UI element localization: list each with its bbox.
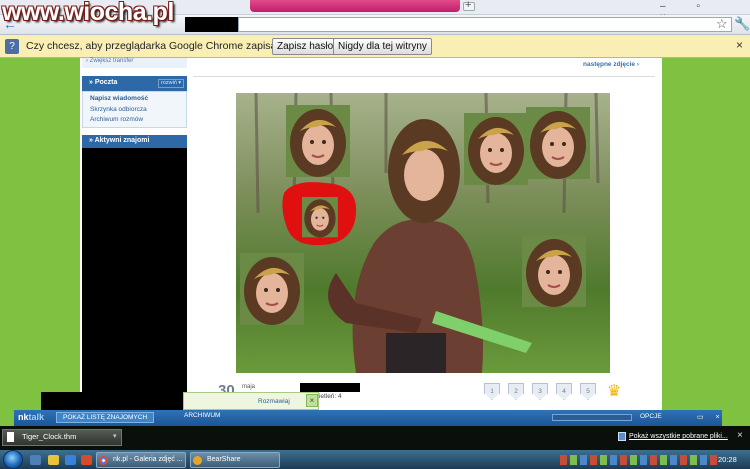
- volume-slider[interactable]: [552, 414, 632, 421]
- chat-popup: [183, 392, 319, 410]
- taskbar-item-bearshare[interactable]: BearShare: [190, 452, 280, 468]
- star-icon[interactable]: ☆: [716, 16, 728, 32]
- active-tab[interactable]: [250, 0, 460, 12]
- system-tray-icons[interactable]: [560, 455, 720, 465]
- file-icon: [7, 432, 14, 442]
- archive-button[interactable]: ARCHIWUM: [184, 412, 220, 419]
- redacted-author: [300, 383, 360, 392]
- divider: [193, 76, 655, 77]
- photo-month: maja: [242, 384, 256, 390]
- address-bar[interactable]: [238, 17, 732, 32]
- plus-icon: +: [465, 0, 472, 11]
- chevron-down-icon[interactable]: ▾: [113, 432, 117, 440]
- next-photo-link[interactable]: następne zdjęcie ›: [583, 61, 639, 68]
- transfer-link[interactable]: › Zwiększ transfer: [86, 58, 133, 64]
- ie-icon[interactable]: [65, 455, 76, 465]
- site-watermark: www.wiocha.pl: [2, 0, 174, 26]
- folder-icon[interactable]: [48, 455, 59, 465]
- wrench-icon[interactable]: 🔧: [734, 16, 750, 32]
- mail-item-inbox[interactable]: Skrzynka odbiorcza: [90, 106, 147, 113]
- redacted-chat-block: [41, 392, 183, 410]
- redacted-friends-list: [82, 148, 187, 410]
- options-button[interactable]: OPCJE: [640, 413, 662, 420]
- close-icon[interactable]: ×: [736, 38, 743, 52]
- never-save-button[interactable]: Nigdy dla tej witryny: [333, 38, 432, 55]
- redacted-url-block: [185, 17, 238, 32]
- crown-rating-icon[interactable]: ♛: [607, 381, 621, 401]
- expand-button[interactable]: rozwiń ▾: [158, 79, 185, 88]
- chrome-icon: [99, 456, 108, 465]
- start-button[interactable]: [3, 450, 23, 469]
- taskbar-item-chrome[interactable]: nk.pl - Galeria zdjęć ...: [96, 452, 186, 468]
- close-icon[interactable]: ×: [737, 430, 743, 441]
- downloads-icon: [618, 432, 626, 441]
- show-all-downloads-link[interactable]: Pokaż wszystkie pobrane pliki...: [629, 433, 728, 440]
- mail-item-write[interactable]: Napisz wiadomość: [90, 95, 148, 102]
- show-friends-button[interactable]: POKAŻ LISTĘ ZNAJOMYCH: [56, 412, 155, 423]
- bearshare-icon: [193, 456, 202, 465]
- mail-panel-title: » Poczta: [89, 79, 118, 86]
- nktalk-logo: nktalk: [18, 412, 44, 422]
- taskbar-clock[interactable]: 20:28: [718, 455, 737, 464]
- nktalk-window-controls[interactable]: ▭ ×: [697, 413, 725, 421]
- gallery-photo[interactable]: [236, 93, 610, 373]
- logo-talk: talk: [28, 412, 45, 422]
- logo-nk: nk: [18, 412, 29, 422]
- close-icon[interactable]: ×: [306, 394, 318, 407]
- mail-item-archive[interactable]: Archiwum rozmów: [90, 116, 143, 123]
- friends-panel-title: » Aktywni znajomi: [89, 137, 150, 144]
- talk-link[interactable]: Rozmawiaj: [258, 398, 290, 405]
- save-password-button[interactable]: Zapisz hasło: [272, 38, 339, 55]
- key-icon: ?: [5, 39, 19, 54]
- explorer-icon[interactable]: [30, 455, 41, 465]
- media-icon[interactable]: [81, 455, 92, 465]
- download-filename: Tiger_Clock.thm: [22, 432, 77, 441]
